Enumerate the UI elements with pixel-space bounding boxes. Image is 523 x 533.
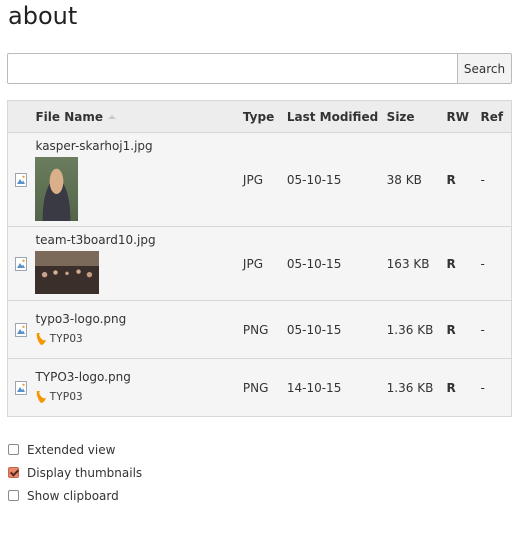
file-type: JPG — [242, 226, 287, 301]
file-name-cell[interactable]: TYPO3-logo.png TYPO3 — [35, 358, 243, 417]
file-type: JPG — [242, 132, 287, 227]
search-button[interactable]: Search — [457, 53, 512, 84]
file-rw: R — [446, 132, 481, 227]
file-ref: - — [480, 226, 512, 301]
thumbnail-group-photo[interactable] — [35, 251, 100, 294]
file-modified: 14-10-15 — [286, 358, 387, 417]
file-modified: 05-10-15 — [286, 226, 387, 301]
extended-view-option[interactable]: Extended view — [8, 438, 142, 461]
file-name[interactable]: typo3-logo.png — [35, 312, 242, 326]
file-type: PNG — [242, 358, 287, 417]
table-header-row: File Name Type Last Modified Size RW Ref — [7, 100, 512, 133]
typo3-logo-icon — [37, 332, 47, 345]
search-bar: Search — [7, 53, 512, 84]
column-header-file-name[interactable]: File Name — [35, 100, 243, 133]
file-name-cell[interactable]: typo3-logo.png TYPO3 — [35, 300, 243, 359]
file-name-cell[interactable]: kasper-skarhoj1.jpg — [35, 132, 243, 227]
image-file-icon[interactable] — [15, 380, 27, 395]
image-file-icon[interactable] — [15, 172, 27, 187]
column-header-file-name-label[interactable]: File Name — [35, 110, 103, 124]
file-ref: - — [480, 358, 512, 417]
table-row[interactable]: TYPO3-logo.png TYPO3 PNG 14-10-15 1.36 K… — [7, 358, 512, 417]
typo3-logo-icon — [37, 390, 47, 403]
file-name[interactable]: kasper-skarhoj1.jpg — [35, 139, 242, 153]
file-rw: R — [446, 358, 481, 417]
file-type: PNG — [242, 300, 287, 359]
search-input[interactable] — [7, 53, 457, 84]
image-file-icon[interactable] — [15, 322, 27, 337]
display-thumbnails-label[interactable]: Display thumbnails — [27, 466, 142, 480]
column-header-rw: RW — [446, 100, 481, 133]
file-rw: R — [446, 226, 481, 301]
file-name[interactable]: team-t3board10.jpg — [35, 233, 242, 247]
thumbnail-typo3-logo[interactable]: TYPO3 — [35, 388, 242, 406]
column-header-ref: Ref — [480, 100, 512, 133]
display-thumbnails-checkbox[interactable] — [8, 467, 19, 478]
table-row[interactable]: team-t3board10.jpg JPG 05-10-15 163 KB R… — [7, 226, 512, 301]
column-header-last-modified[interactable]: Last Modified — [286, 100, 387, 133]
view-options: Extended view Display thumbnails Show cl… — [8, 438, 142, 507]
column-header-size[interactable]: Size — [386, 100, 447, 133]
file-size: 163 KB — [386, 226, 447, 301]
file-icon-cell — [7, 300, 36, 359]
table-row[interactable]: typo3-logo.png TYPO3 PNG 05-10-15 1.36 K… — [7, 300, 512, 359]
file-rw: R — [446, 300, 481, 359]
file-modified: 05-10-15 — [286, 132, 387, 227]
file-name-cell[interactable]: team-t3board10.jpg — [35, 226, 243, 301]
image-file-icon[interactable] — [15, 256, 27, 271]
file-modified: 05-10-15 — [286, 300, 387, 359]
file-ref: - — [480, 300, 512, 359]
page-title: about — [8, 2, 78, 30]
file-list-table: File Name Type Last Modified Size RW Ref… — [7, 100, 512, 417]
extended-view-checkbox[interactable] — [8, 444, 19, 455]
thumbnail-portrait-photo[interactable] — [35, 156, 79, 221]
typo3-logo-text: TYPO3 — [49, 332, 83, 345]
header-icon-cell — [7, 100, 36, 133]
table-row[interactable]: kasper-skarhoj1.jpg JPG 05-10-15 38 KB R… — [7, 132, 512, 227]
file-size: 38 KB — [386, 132, 447, 227]
column-header-type[interactable]: Type — [242, 100, 287, 133]
file-ref: - — [480, 132, 512, 227]
file-icon-cell — [7, 226, 36, 301]
file-name[interactable]: TYPO3-logo.png — [35, 370, 242, 384]
show-clipboard-checkbox[interactable] — [8, 490, 19, 501]
file-icon-cell — [7, 358, 36, 417]
sort-ascending-icon — [107, 114, 116, 119]
show-clipboard-label[interactable]: Show clipboard — [27, 489, 119, 503]
file-size: 1.36 KB — [386, 358, 447, 417]
file-icon-cell — [7, 132, 36, 227]
extended-view-label[interactable]: Extended view — [27, 443, 115, 457]
display-thumbnails-option[interactable]: Display thumbnails — [8, 461, 142, 484]
typo3-logo-text: TYPO3 — [49, 390, 83, 403]
thumbnail-typo3-logo[interactable]: TYPO3 — [35, 330, 242, 348]
file-size: 1.36 KB — [386, 300, 447, 359]
show-clipboard-option[interactable]: Show clipboard — [8, 484, 142, 507]
